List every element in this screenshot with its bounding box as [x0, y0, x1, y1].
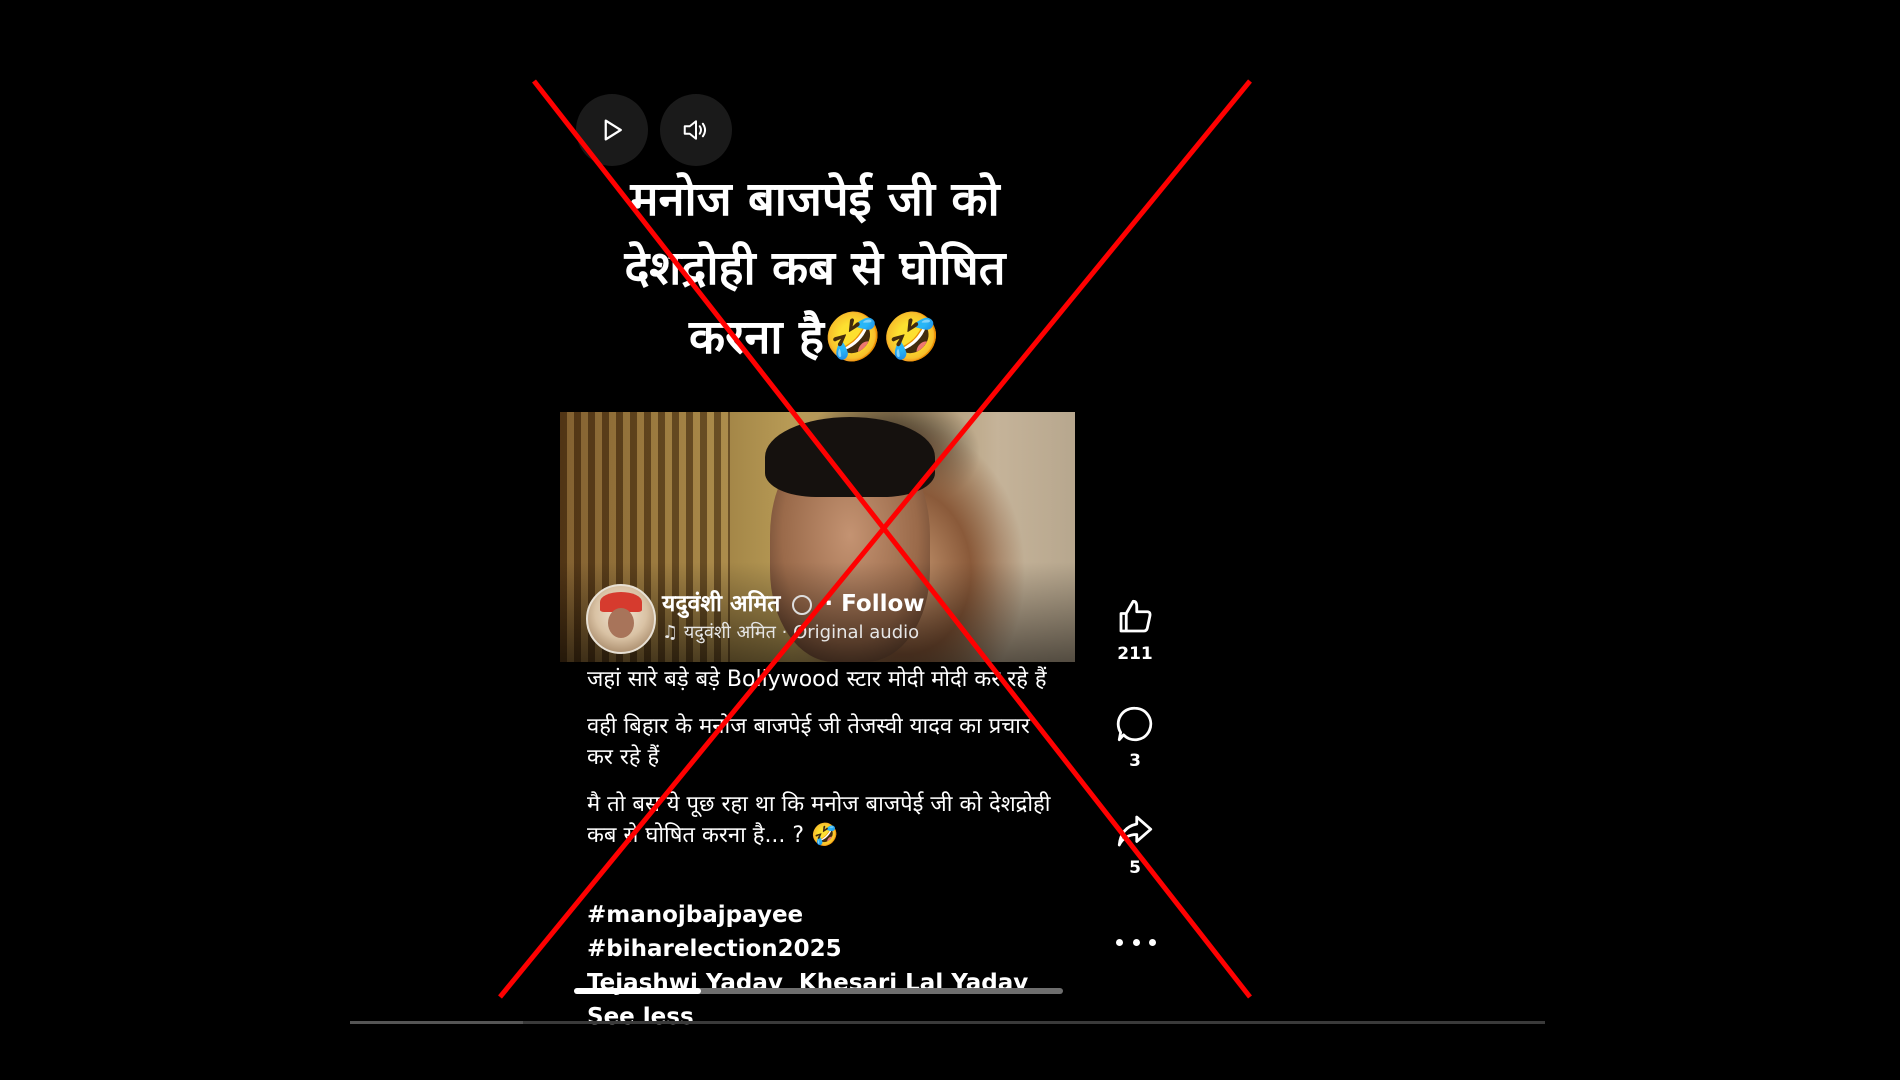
caption-paragraph: मै तो बस ये पूछ रहा था कि मनोज बाजपेई जी…: [587, 792, 1051, 848]
hashtag-link[interactable]: #manojbajpayee: [587, 902, 803, 928]
caption-paragraph: जहां सारे बड़े बड़े Bollywood स्टार मोदी…: [587, 667, 1047, 692]
audio-label: यदुवंशी अमित · Original audio: [683, 622, 920, 643]
caption: जहां सारे बड़े बड़े Bollywood स्टार मोदी…: [587, 664, 1062, 867]
hashtag-link[interactable]: #biharelection2025: [587, 936, 842, 962]
video-progress-bar[interactable]: [574, 988, 1063, 994]
volume-button[interactable]: [660, 94, 732, 166]
verified-icon: [792, 594, 813, 615]
comment-count: 3: [1129, 751, 1141, 771]
avatar[interactable]: [586, 584, 656, 654]
see-less-button[interactable]: See less: [587, 1004, 694, 1030]
outer-progress-bar[interactable]: [350, 1021, 1545, 1024]
share-count: 5: [1129, 858, 1141, 878]
play-icon: [604, 119, 622, 141]
video-progress-fill: [574, 988, 702, 994]
more-options-icon[interactable]: [1116, 927, 1156, 957]
like-button[interactable]: 211: [1108, 596, 1162, 664]
audio-line[interactable]: ♫ यदुवंशी अमित · Original audio: [662, 620, 919, 644]
comment-icon: [1116, 706, 1153, 742]
video-overlay-text: मनोज बाजपेई जी को देशद्रोही कब से घोषित …: [624, 172, 1006, 365]
music-note-icon: ♫: [662, 622, 679, 643]
share-button[interactable]: 5: [1108, 810, 1162, 878]
play-button[interactable]: [576, 94, 648, 166]
author-name-line: यदुवंशी अमित · Follow: [662, 586, 925, 618]
comment-button[interactable]: 3: [1108, 703, 1162, 771]
share-icon: [1117, 815, 1153, 847]
author-row: यदुवंशी अमित · Follow ♫ यदुवंशी अमित · O…: [586, 584, 1006, 654]
caption-paragraph: वही बिहार के मनोज बाजपेई जी तेजस्वी यादव…: [587, 714, 1030, 770]
thumbs-up-icon: [1119, 599, 1152, 633]
author-name[interactable]: यदुवंशी अमित: [662, 591, 780, 617]
separator: ·: [824, 591, 834, 617]
like-count: 211: [1117, 644, 1153, 664]
follow-button[interactable]: Follow: [841, 591, 924, 617]
outer-progress-fill: [350, 1021, 524, 1024]
volume-icon: [683, 120, 707, 140]
hashtags: #manojbajpayee #biharelection2025 Tejash…: [587, 898, 1087, 1034]
reel-viewer: मनोज बाजपेई जी को देशद्रोही कब से घोषित …: [0, 0, 1900, 1080]
